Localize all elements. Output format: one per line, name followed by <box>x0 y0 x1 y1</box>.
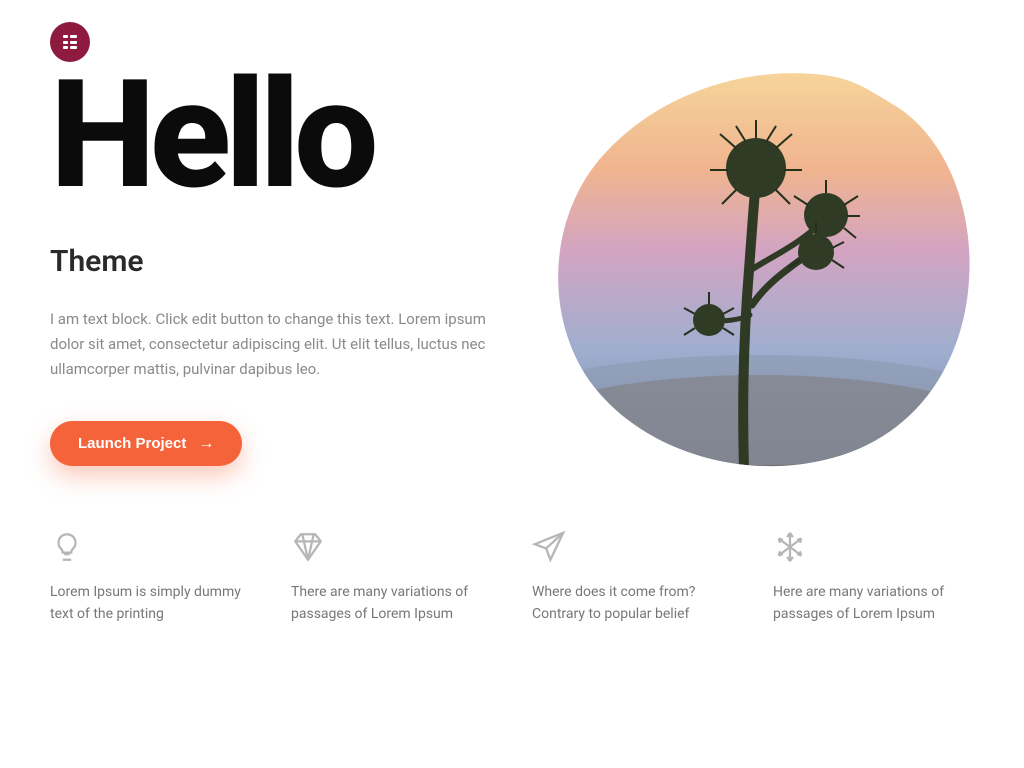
diamond-icon <box>291 530 492 564</box>
elementor-icon <box>63 35 77 49</box>
cta-label: Launch Project <box>78 435 186 452</box>
snowflake-icon <box>773 530 974 564</box>
page-subtitle: Theme <box>50 244 530 279</box>
feature-text: Lorem Ipsum is simply dummy text of the … <box>50 582 251 625</box>
feature-text: Here are many variations of passages of … <box>773 582 974 625</box>
feature-text: Where does it come from? Contrary to pop… <box>532 582 733 625</box>
page-title: Hello <box>50 60 530 210</box>
hero-description: I am text block. Click edit button to ch… <box>50 307 500 381</box>
feature-item: Here are many variations of passages of … <box>773 530 974 625</box>
lightbulb-icon <box>50 530 251 564</box>
launch-project-button[interactable]: Launch Project → <box>50 421 242 466</box>
paper-plane-icon <box>532 530 733 564</box>
feature-text: There are many variations of passages of… <box>291 582 492 625</box>
feature-item: There are many variations of passages of… <box>291 530 492 625</box>
hero-image <box>544 70 974 470</box>
feature-item: Where does it come from? Contrary to pop… <box>532 530 733 625</box>
features-row: Lorem Ipsum is simply dummy text of the … <box>0 470 1024 625</box>
feature-item: Lorem Ipsum is simply dummy text of the … <box>50 530 251 625</box>
arrow-right-icon: → <box>198 436 214 452</box>
